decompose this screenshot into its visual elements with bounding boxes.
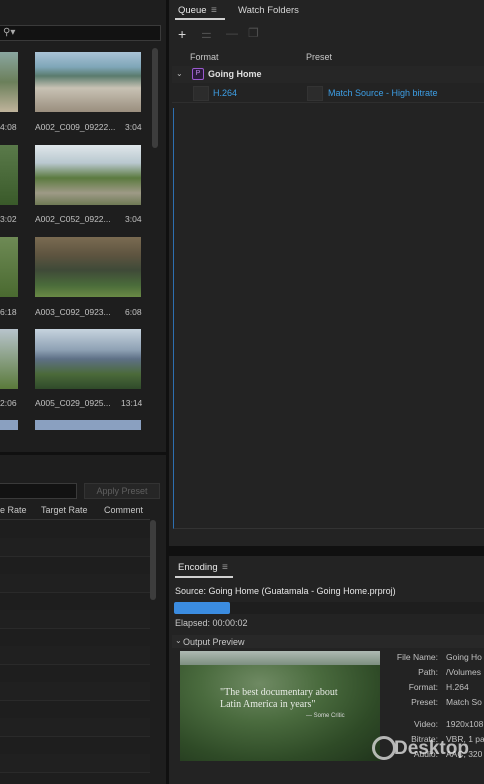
clip-duration: 3:04: [125, 214, 142, 224]
panel-divider: [0, 452, 166, 455]
preview-caption: "The best documentary about Latin Americ…: [220, 687, 338, 710]
add-icon[interactable]: +: [178, 27, 186, 41]
clip-duration: 6:18: [0, 307, 17, 317]
clip-thumbnail[interactable]: [35, 329, 141, 389]
media-scrollbar[interactable]: [152, 48, 158, 148]
clip-duration: 2:06: [0, 398, 17, 408]
clip-name: A002_C052_0922...: [35, 214, 111, 224]
clip-name: A002_C009_09222...: [35, 122, 116, 132]
meta-key: File Name:: [396, 652, 438, 662]
queue-item-preset[interactable]: Match Source - High bitrate: [328, 88, 438, 98]
panel-divider: [169, 546, 484, 556]
clip-thumbnail[interactable]: [0, 52, 18, 112]
encoding-progress-track: [174, 602, 484, 614]
active-tab-underline: [175, 576, 233, 578]
output-preview-header[interactable]: ⌄ Output Preview: [172, 635, 484, 648]
watermark: Desktop: [372, 734, 482, 768]
preset-row[interactable]: [0, 700, 150, 719]
meta-value: H.264: [446, 682, 469, 692]
tab-queue[interactable]: Queue: [178, 5, 207, 16]
clip-duration: 4:08: [0, 122, 17, 132]
preset-row[interactable]: [0, 682, 150, 701]
watermark-logo-icon: [372, 736, 396, 760]
preset-row[interactable]: [0, 736, 150, 755]
preset-row[interactable]: [0, 754, 150, 773]
settings-sliders-icon[interactable]: ⚌: [201, 28, 212, 40]
preset-row[interactable]: [0, 628, 150, 647]
column-header[interactable]: Target Rate: [41, 505, 88, 515]
column-header-preset[interactable]: Preset: [306, 52, 332, 62]
preset-row[interactable]: [0, 718, 150, 737]
clip-name: A003_C092_0923...: [35, 307, 111, 317]
encoding-source: Source: Going Home (Guatamala - Going Ho…: [175, 586, 396, 596]
encoding-title: Encoding: [178, 562, 218, 573]
clip-thumbnail[interactable]: [35, 145, 141, 205]
chevron-down-icon: ⌄: [175, 636, 182, 645]
meta-key: Path:: [418, 667, 438, 677]
clip-name: A005_C029_0925...: [35, 398, 111, 408]
preset-row[interactable]: [0, 556, 150, 575]
meta-value: 1920x108: [446, 719, 484, 729]
preset-row[interactable]: [0, 592, 150, 611]
duplicate-icon[interactable]: ❐: [248, 27, 259, 39]
preset-row[interactable]: [0, 574, 150, 593]
clip-duration: 3:04: [125, 122, 142, 132]
clip-duration: 6:08: [125, 307, 142, 317]
meta-value: /Volumes: [446, 667, 481, 677]
output-preview-image: "The best documentary about Latin Americ…: [180, 651, 380, 761]
tab-watch-folders[interactable]: Watch Folders: [238, 5, 299, 16]
queue-row-separator: [172, 102, 484, 103]
meta-value: Going Ho: [446, 652, 482, 662]
active-tab-underline: [175, 18, 225, 20]
media-search-input[interactable]: ⚲▾: [0, 25, 161, 41]
preset-row[interactable]: [0, 520, 150, 539]
meta-value: Match So: [446, 697, 482, 707]
clip-thumbnail[interactable]: [35, 52, 141, 112]
meta-key: Video:: [414, 719, 438, 729]
column-header[interactable]: e Rate: [0, 505, 27, 515]
clip-duration: 13:14: [121, 398, 143, 408]
meta-key: Format:: [408, 682, 438, 692]
clip-thumbnail[interactable]: [35, 237, 141, 297]
encoding-progress-fill: [174, 602, 230, 614]
premiere-project-icon: P: [192, 68, 204, 80]
queue-item-format[interactable]: H.264: [213, 88, 237, 98]
preset-row[interactable]: [0, 538, 150, 557]
encoding-elapsed: Elapsed: 00:00:02: [175, 618, 248, 628]
column-header[interactable]: Comment: [104, 505, 143, 515]
remove-icon[interactable]: —: [226, 27, 238, 39]
preset-row[interactable]: [0, 646, 150, 665]
panel-menu-icon[interactable]: ≡: [222, 562, 228, 574]
apply-preset-button[interactable]: Apply Preset: [84, 483, 160, 499]
preset-row[interactable]: [0, 664, 150, 683]
clip-thumbnail[interactable]: [0, 420, 18, 430]
meta-key: Preset:: [411, 697, 438, 707]
column-header-format[interactable]: Format: [190, 52, 219, 62]
preset-row[interactable]: [0, 610, 150, 629]
preset-dropdown-arrow[interactable]: [307, 86, 323, 101]
clip-thumbnail[interactable]: [35, 420, 141, 430]
clip-thumbnail[interactable]: [0, 237, 18, 297]
preview-sky: [180, 651, 380, 665]
chevron-down-icon[interactable]: ⌄: [176, 68, 183, 80]
preset-search-input[interactable]: [0, 483, 77, 499]
queue-item-name: Going Home: [208, 69, 262, 79]
preset-scrollbar[interactable]: [150, 520, 156, 600]
search-icon: ⚲▾: [3, 27, 16, 38]
clip-duration: 3:02: [0, 214, 17, 224]
clip-thumbnail[interactable]: [0, 145, 18, 205]
queue-panel-border: [173, 108, 484, 529]
watermark-text: Desktop: [394, 738, 469, 759]
preview-credit: — Some Critic: [306, 713, 345, 719]
panel-menu-icon[interactable]: ≡: [211, 5, 217, 17]
clip-thumbnail[interactable]: [0, 329, 18, 389]
format-dropdown-arrow[interactable]: [193, 86, 209, 101]
output-preview-label: Output Preview: [183, 637, 245, 647]
